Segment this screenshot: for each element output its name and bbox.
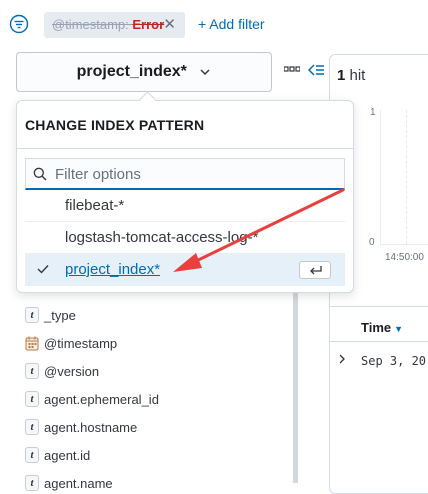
row-timestamp: Sep 3, 20 (361, 354, 427, 368)
more-dots-icon[interactable] (284, 66, 300, 74)
filter-icon[interactable] (9, 14, 29, 34)
field-item[interactable]: t agent.ephemeral_id (25, 390, 285, 410)
search-icon (33, 167, 47, 181)
field-item[interactable]: t agent.id (25, 446, 285, 466)
filter-value: Error (132, 17, 165, 32)
string-type-icon: t (25, 475, 39, 491)
table-divider (330, 306, 428, 307)
string-type-icon: t (25, 363, 39, 379)
index-option-label: logstash-tomcat-access-log-* (65, 229, 259, 246)
chevron-down-icon (200, 69, 210, 75)
string-type-icon: t (25, 419, 39, 435)
string-type-icon: t (25, 447, 39, 463)
index-option-label: filebeat-* (65, 197, 125, 214)
field-item[interactable]: t agent.hostname (25, 418, 285, 438)
index-pattern-button[interactable]: project_index* (16, 52, 272, 92)
string-type-icon: t (25, 307, 39, 323)
enter-key-icon (299, 261, 331, 279)
string-type-icon: t (25, 391, 39, 407)
index-option[interactable]: logstash-tomcat-access-log-* (25, 222, 345, 254)
add-filter-button[interactable]: + Add filter (198, 16, 265, 32)
popover-title: CHANGE INDEX PATTERN (25, 117, 205, 133)
field-name: @version (44, 364, 100, 379)
chart-x-tick: 14:50:00 (385, 252, 424, 263)
field-item[interactable]: @timestamp (25, 334, 285, 354)
index-option[interactable]: filebeat-* (25, 190, 345, 222)
hit-count: 1 hit (337, 67, 366, 84)
index-pattern-label: project_index* (76, 63, 187, 80)
histogram-gridline (406, 110, 407, 244)
field-name: @timestamp (44, 336, 118, 351)
popover-divider (17, 148, 353, 149)
row-divider (330, 341, 428, 342)
filter-field: @timestamp: (52, 17, 133, 32)
sort-down-icon[interactable]: ▼ (394, 324, 403, 334)
calendar-icon (25, 336, 39, 351)
sidebar-scrollbar[interactable] (293, 290, 298, 483)
field-name: agent.hostname (44, 420, 138, 435)
field-name: agent.name (44, 476, 113, 491)
time-column-header[interactable]: Time ▼ (361, 320, 403, 335)
histogram-chart[interactable] (380, 110, 428, 245)
chart-y-min: 0 (369, 237, 375, 248)
index-option-selected[interactable]: project_index* (25, 254, 345, 286)
index-option-label: project_index* (65, 261, 161, 278)
close-icon[interactable]: ✕ (163, 12, 176, 38)
field-name: agent.ephemeral_id (44, 392, 159, 407)
field-name: _type (44, 308, 76, 323)
collapse-icon[interactable] (308, 63, 324, 77)
filter-pill[interactable]: @timestamp: Error ✕ (44, 12, 185, 38)
field-item[interactable]: t agent.name (25, 474, 285, 494)
field-name: agent.id (44, 448, 91, 463)
expand-row-icon[interactable] (338, 353, 346, 365)
filter-options-input[interactable] (55, 162, 335, 186)
chart-y-max: 1 (370, 107, 376, 118)
field-item[interactable]: t _type (25, 306, 285, 326)
check-icon (37, 265, 49, 274)
field-item[interactable]: t @version (25, 362, 285, 382)
